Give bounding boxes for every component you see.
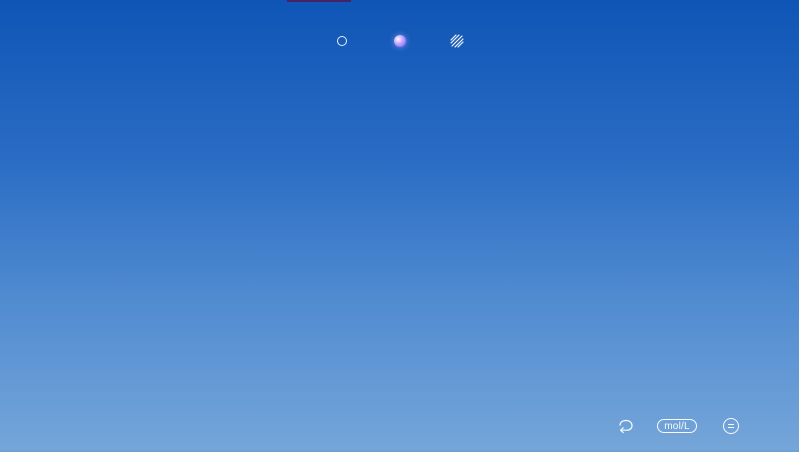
ring-icon (337, 36, 347, 46)
undo-icon (619, 419, 633, 434)
top-accent-bar (287, 0, 351, 2)
sphere-icon (394, 35, 406, 47)
app-canvas[interactable]: mol/L (0, 0, 799, 452)
unit-label: mol/L (657, 419, 697, 433)
unit-toggle-button[interactable]: mol/L (657, 414, 697, 438)
hatch-icon (450, 34, 464, 48)
mode-solid-button[interactable] (388, 29, 412, 53)
mode-wireframe-button[interactable] (330, 29, 354, 53)
menu-button[interactable] (719, 414, 743, 438)
view-mode-bar (330, 29, 470, 53)
undo-button[interactable] (613, 414, 637, 438)
mode-hatched-button[interactable] (445, 29, 469, 53)
bottom-toolbar: mol/L (613, 414, 753, 438)
menu-icon (723, 418, 739, 434)
